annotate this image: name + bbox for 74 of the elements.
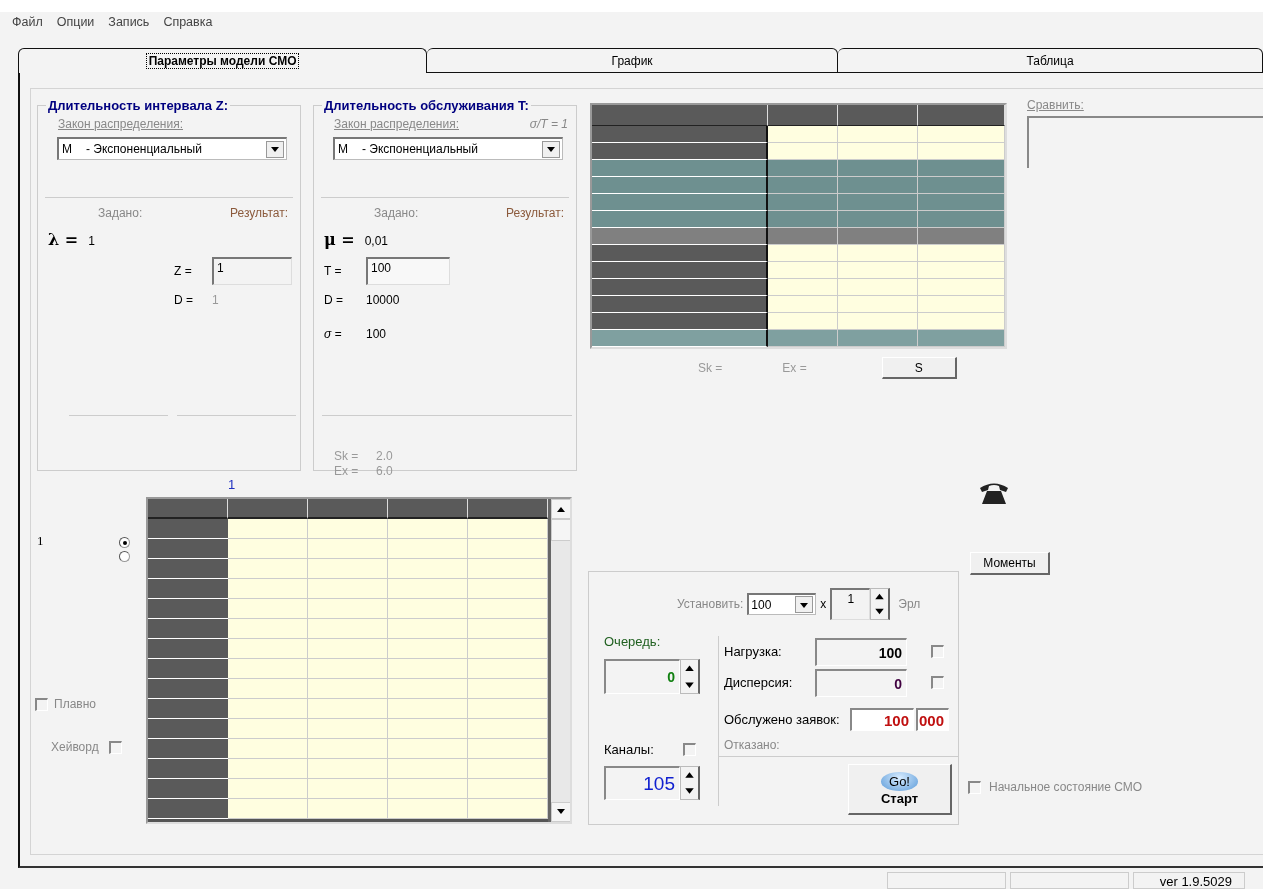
start-button[interactable]: Go! Старт (848, 764, 952, 815)
initial-state-checkbox[interactable] (968, 780, 981, 794)
rate-value: 1 (88, 234, 95, 248)
unit-label: Эрл (898, 597, 921, 611)
row-label: 1 (37, 533, 44, 549)
scroll-thumb[interactable] (551, 519, 570, 541)
menu-item[interactable]: Запись (108, 15, 150, 36)
queue-label: Очередь: (604, 634, 661, 649)
sigma-label: σ = (324, 327, 343, 341)
hayward-checkbox[interactable] (108, 740, 122, 754)
ex-value: 6.0 (376, 464, 393, 479)
law-label: Закон распределения: (58, 117, 183, 131)
rate-symbol: λ = (48, 230, 79, 249)
tab[interactable]: Параметры модели СМО (18, 48, 428, 73)
moments-button[interactable]: Моменты (970, 552, 1050, 575)
law-dropdown[interactable]: М - Экспоненциальный (57, 137, 287, 160)
compare-label: Сравнить: (1027, 98, 1084, 112)
tab[interactable]: График (427, 48, 839, 73)
channels-checkbox[interactable] (683, 743, 696, 756)
d-value: 10000 (366, 293, 400, 307)
load-label: Нагрузка: (724, 644, 782, 659)
rate-symbol: μ = (324, 230, 355, 249)
sk-label: Sk = (698, 361, 723, 375)
scroll-down-icon[interactable] (555, 808, 567, 816)
z-label: Z = (174, 264, 193, 278)
radio-button[interactable] (119, 551, 130, 562)
dispersion-checkbox[interactable] (931, 676, 944, 689)
s-button[interactable]: S (881, 357, 957, 379)
ex-label: Ex = (782, 361, 807, 375)
sigma-value: 100 (366, 327, 387, 341)
ex-label: Ex = (334, 464, 360, 479)
smooth-checkbox[interactable] (35, 697, 48, 711)
t-field[interactable]: 100 (366, 257, 450, 285)
served-field: 100 (850, 708, 914, 731)
result-label: Результат: (506, 206, 564, 220)
smooth-label: Плавно (54, 697, 96, 711)
set-label: Установить: (677, 597, 744, 611)
ratio-label: σ/T = 1 (529, 117, 568, 131)
refused-label: Отказано: (724, 738, 780, 752)
sk-label: Sk = (334, 449, 360, 464)
served-label: Обслужено заявок: (724, 712, 840, 727)
scrollbar[interactable] (548, 499, 570, 822)
radio-button[interactable] (119, 537, 130, 548)
result-label: Результат: (230, 206, 288, 220)
load-dropdown[interactable]: 100 (747, 593, 817, 615)
group-title: Длительность интервала Z: (47, 98, 229, 113)
given-label: Задано: (374, 206, 419, 220)
initial-state-label: Начальное состояние СМО (989, 780, 1143, 794)
t-label: T = (324, 264, 343, 278)
menu-item[interactable]: Справка (163, 15, 213, 36)
given-label: Задано: (98, 206, 143, 220)
menu-item[interactable]: Файл (12, 15, 43, 36)
served-field: 000 (916, 708, 949, 731)
tab[interactable]: Таблица (838, 48, 1263, 73)
law-dropdown[interactable]: М - Экспоненциальный (333, 137, 563, 160)
load-field: 100 (815, 638, 907, 666)
load-checkbox[interactable] (931, 645, 944, 658)
dispersion-field: 0 (815, 669, 907, 697)
d-label: D = (174, 293, 194, 307)
d-value: 1 (212, 293, 219, 307)
z-field[interactable]: 1 (212, 257, 292, 285)
dispersion-label: Дисперсия: (724, 675, 793, 690)
rate-value: 0,01 (364, 234, 389, 248)
menu-item[interactable]: Опции (56, 15, 95, 36)
times-sign: x (820, 597, 827, 611)
d-label: D = (324, 293, 344, 307)
scroll-up-icon[interactable] (555, 505, 567, 513)
hayward-label: Хейворд (51, 740, 99, 754)
law-label: Закон распределения: (334, 117, 459, 131)
column-label: 1 (228, 477, 236, 492)
sk-value: 2.0 (376, 449, 393, 464)
version-label: ver 1.9.5029 (1133, 872, 1245, 889)
group-title: Длительность обслуживания T: (323, 98, 530, 113)
channels-label: Каналы: (604, 742, 654, 757)
